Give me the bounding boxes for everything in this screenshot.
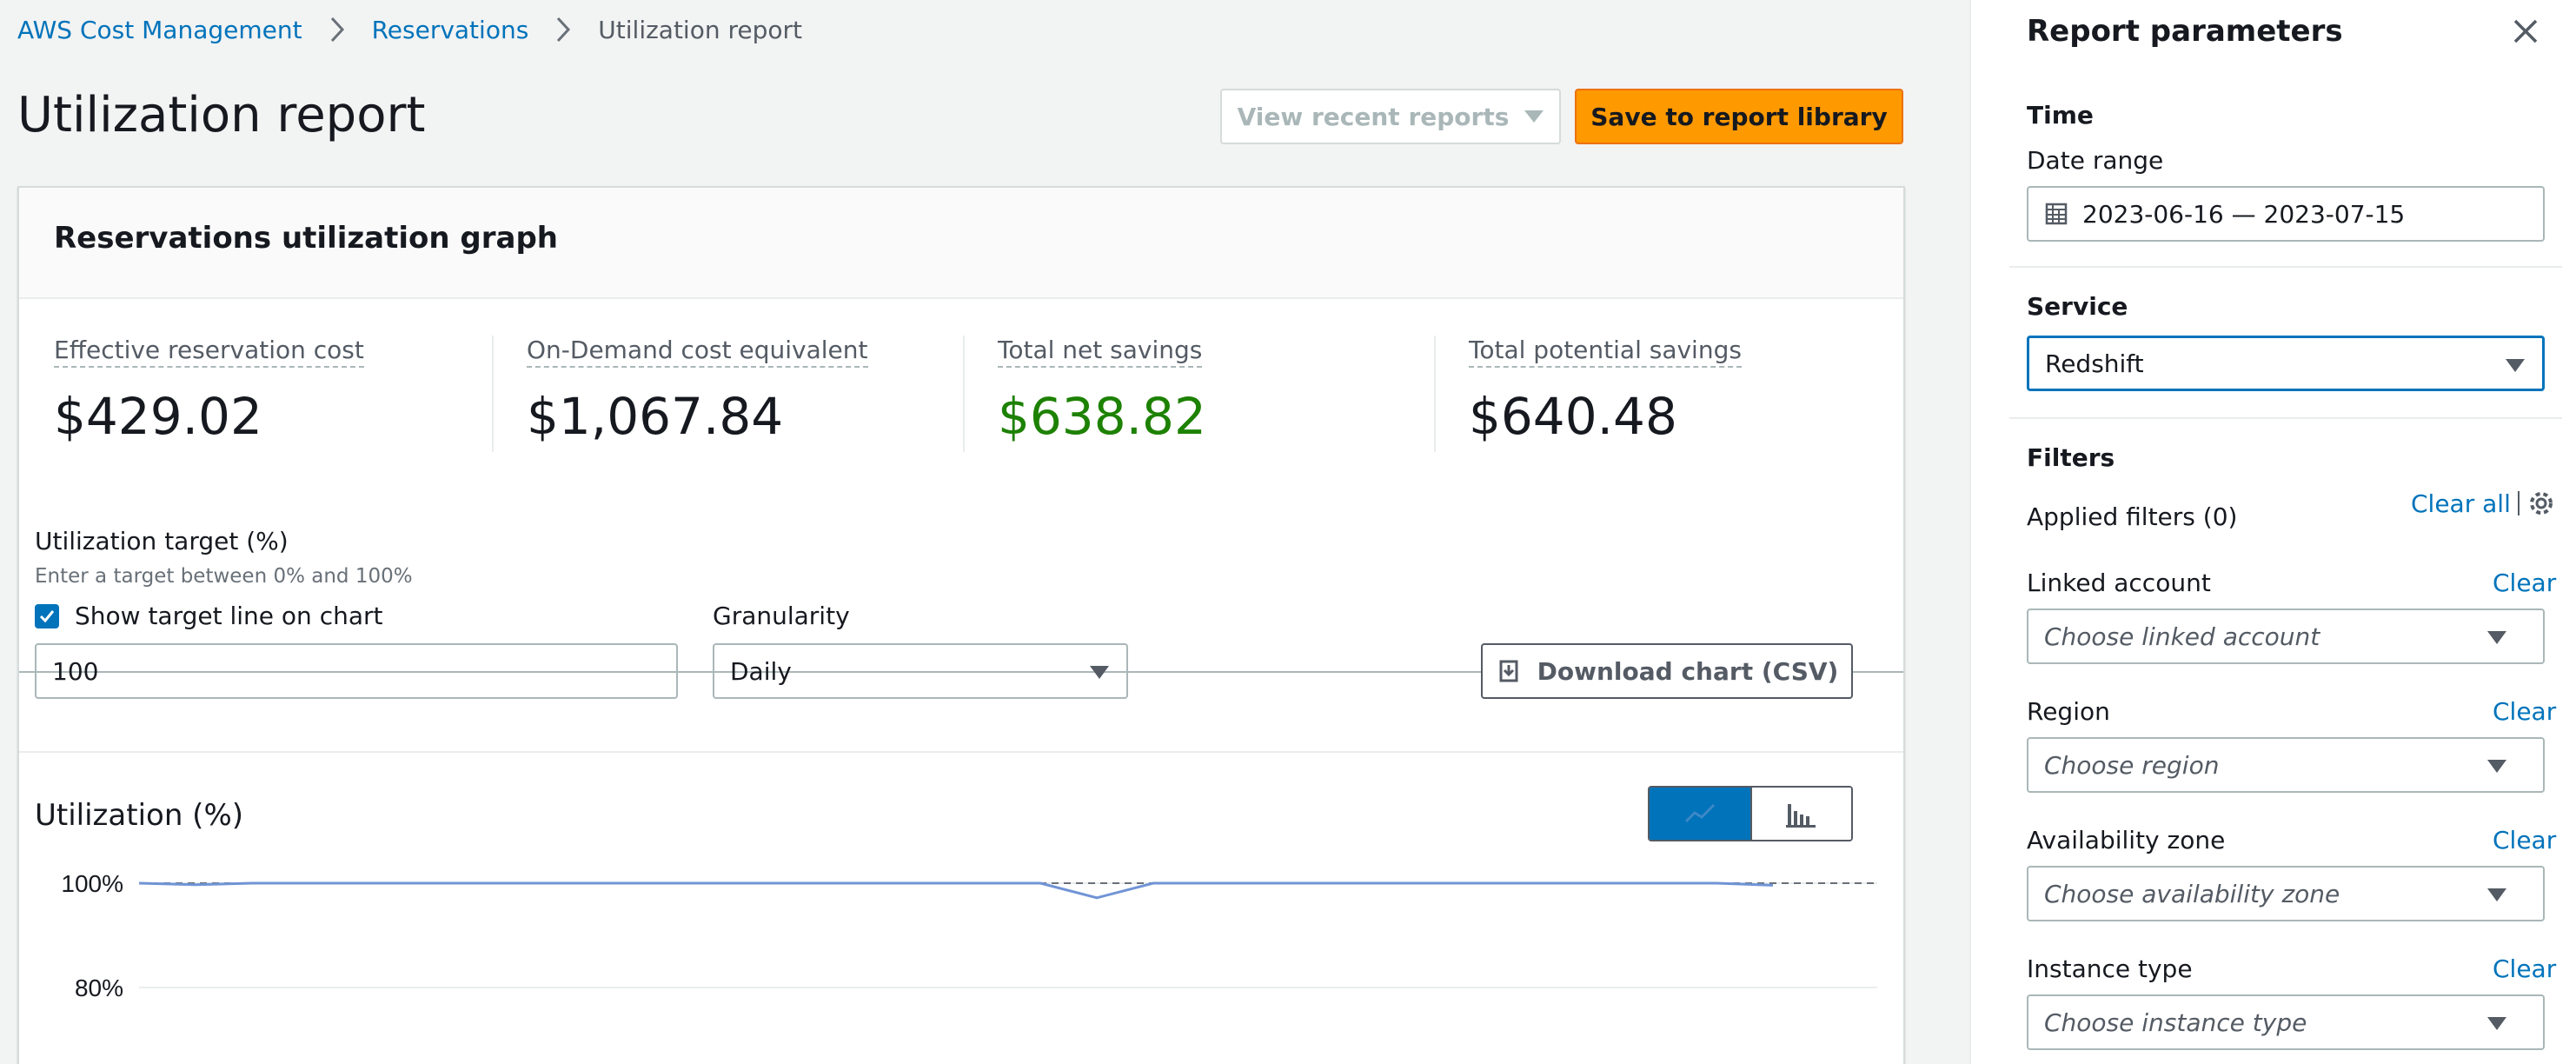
line-chart-icon bbox=[1684, 803, 1716, 823]
metric-total-net-savings: Total net savings $638.82 bbox=[998, 336, 1206, 454]
applied-filters-label: Applied filters (0) bbox=[2027, 502, 2238, 531]
utilization-series-line bbox=[138, 881, 1774, 900]
utilization-line-chart: 100% 80% bbox=[61, 870, 1877, 1001]
metric-value: $640.48 bbox=[1469, 387, 1677, 446]
metric-on-demand-cost: On-Demand cost equivalent $1,067.84 bbox=[527, 336, 868, 454]
instance-type-select[interactable]: Choose instance type bbox=[2027, 994, 2545, 1050]
clear-linked-account-link[interactable]: Clear bbox=[2493, 569, 2556, 597]
caret-down-icon bbox=[2487, 1017, 2506, 1030]
service-select[interactable]: Redshift bbox=[2027, 336, 2545, 391]
clear-all-group: Clear all bbox=[2411, 489, 2556, 518]
caret-down-icon bbox=[2487, 760, 2506, 773]
calendar-icon bbox=[2045, 203, 2068, 225]
download-chart-csv-button[interactable]: Download chart (CSV) bbox=[1481, 643, 1853, 699]
caret-down-icon bbox=[1524, 110, 1544, 123]
metric-value: $429.02 bbox=[54, 387, 262, 446]
metric-label[interactable]: On-Demand cost equivalent bbox=[527, 336, 868, 368]
chevron-right-icon bbox=[548, 14, 579, 45]
download-icon bbox=[1499, 660, 1518, 682]
date-range-label: Date range bbox=[2027, 146, 2164, 175]
report-parameters-panel: Report parameters Time Date range 2023-0… bbox=[1969, 0, 2576, 1064]
caret-down-icon bbox=[2487, 631, 2506, 644]
metric-value: $638.82 bbox=[998, 387, 1206, 446]
divider bbox=[2517, 491, 2520, 515]
metric-effective-reservation-cost: Effective reservation cost $429.02 bbox=[54, 336, 364, 454]
card-header: Reservations utilization graph bbox=[19, 188, 1903, 299]
service-value: Redshift bbox=[2045, 349, 2144, 378]
region-label: Region bbox=[2027, 697, 2110, 726]
linked-account-label: Linked account bbox=[2027, 569, 2211, 597]
clear-instance-type-link[interactable]: Clear bbox=[2493, 954, 2556, 983]
clear-availability-zone-link[interactable]: Clear bbox=[2493, 826, 2556, 855]
metric-divider bbox=[492, 336, 494, 452]
linked-account-select[interactable]: Choose linked account bbox=[2027, 608, 2545, 664]
section-divider bbox=[19, 751, 1903, 753]
availability-zone-select[interactable]: Choose availability zone bbox=[2027, 866, 2545, 921]
date-range-value: 2023-06-16 — 2023-07-15 bbox=[2082, 199, 2406, 229]
availability-zone-placeholder: Choose availability zone bbox=[2044, 879, 2340, 908]
caret-down-icon bbox=[1090, 666, 1109, 679]
metric-label[interactable]: Total net savings bbox=[998, 336, 1203, 368]
view-recent-reports-label: View recent reports bbox=[1237, 102, 1510, 131]
metric-label[interactable]: Total potential savings bbox=[1469, 336, 1742, 368]
instance-type-placeholder: Choose instance type bbox=[2044, 1007, 2307, 1037]
utilization-target-description: Enter a target between 0% and 100% bbox=[35, 565, 413, 588]
granularity-label: Granularity bbox=[713, 602, 850, 630]
y-tick-label: 100% bbox=[61, 870, 123, 897]
checkbox-checked-icon[interactable] bbox=[35, 603, 59, 628]
utilization-target-label: Utilization target (%) bbox=[35, 527, 289, 555]
instance-type-label: Instance type bbox=[2027, 954, 2193, 983]
region-placeholder: Choose region bbox=[2044, 750, 2220, 780]
date-range-input[interactable]: 2023-06-16 — 2023-07-15 bbox=[2027, 186, 2545, 242]
region-select[interactable]: Choose region bbox=[2027, 737, 2545, 793]
utilization-target-input[interactable]: 100 bbox=[35, 643, 678, 699]
metric-divider bbox=[1434, 336, 1436, 452]
linked-account-placeholder: Choose linked account bbox=[2044, 622, 2320, 651]
chart-type-toggle bbox=[1648, 786, 1853, 841]
close-icon[interactable] bbox=[2510, 16, 2541, 47]
line-chart-toggle[interactable] bbox=[1650, 788, 1750, 840]
caret-down-icon bbox=[2487, 888, 2506, 901]
service-heading: Service bbox=[2027, 292, 2128, 321]
panel-title: Report parameters bbox=[2027, 14, 2343, 49]
granularity-value: Daily bbox=[730, 656, 792, 686]
download-chart-csv-label: Download chart (CSV) bbox=[1537, 656, 1839, 686]
metric-value: $1,067.84 bbox=[527, 387, 784, 446]
view-recent-reports-button[interactable]: View recent reports bbox=[1220, 89, 1561, 144]
y-tick-label: 80% bbox=[75, 974, 123, 1001]
clear-all-link[interactable]: Clear all bbox=[2411, 489, 2511, 518]
time-heading: Time bbox=[2027, 101, 2094, 130]
filters-heading: Filters bbox=[2027, 443, 2115, 472]
save-to-report-library-button[interactable]: Save to report library bbox=[1575, 89, 1903, 144]
page-title: Utilization report bbox=[17, 87, 426, 143]
bar-chart-toggle[interactable] bbox=[1750, 788, 1851, 840]
show-target-line-checkbox[interactable]: Show target line on chart bbox=[35, 602, 382, 630]
show-target-line-label: Show target line on chart bbox=[75, 602, 383, 630]
metric-divider bbox=[963, 336, 965, 452]
breadcrumb-cost-management[interactable]: AWS Cost Management bbox=[17, 16, 302, 44]
clear-region-link[interactable]: Clear bbox=[2493, 697, 2556, 726]
granularity-select[interactable]: Daily bbox=[713, 643, 1128, 699]
breadcrumb-current: Utilization report bbox=[598, 15, 802, 44]
breadcrumb: AWS Cost Management Reservations Utiliza… bbox=[17, 12, 802, 47]
card-title: Reservations utilization graph bbox=[54, 221, 559, 256]
chevron-right-icon bbox=[322, 14, 353, 45]
settings-gear-icon[interactable] bbox=[2526, 489, 2556, 518]
caret-down-icon bbox=[2506, 359, 2525, 372]
bar-chart-icon bbox=[1786, 804, 1816, 828]
metric-total-potential-savings: Total potential savings $640.48 bbox=[1469, 336, 1742, 454]
availability-zone-label: Availability zone bbox=[2027, 826, 2226, 855]
breadcrumb-reservations[interactable]: Reservations bbox=[372, 16, 529, 44]
section-separator bbox=[2009, 417, 2562, 419]
section-separator bbox=[2009, 266, 2562, 268]
metric-label[interactable]: Effective reservation cost bbox=[54, 336, 364, 368]
utilization-chart-title: Utilization (%) bbox=[35, 798, 244, 833]
